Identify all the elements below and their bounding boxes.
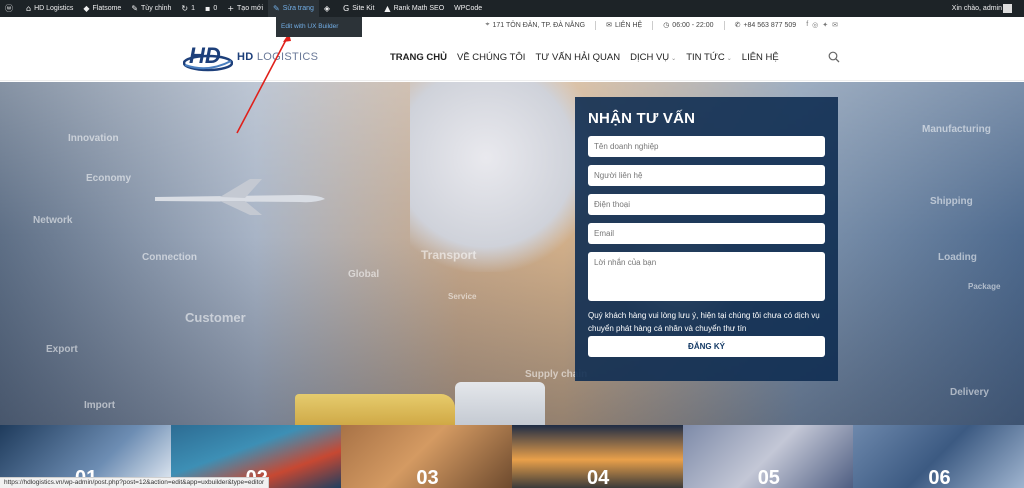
hero-word: Manufacturing xyxy=(922,124,991,135)
twitter-icon[interactable]: ✦ xyxy=(822,21,828,29)
account-menu[interactable]: Xin chào, admin xyxy=(947,0,1024,17)
customize-menu[interactable]: ✎ Tùy chỉnh xyxy=(126,0,176,17)
address-link[interactable]: ⌖ 171 TÔN ĐẢN, TP. ĐÀ NẴNG xyxy=(486,21,586,29)
hero-word: Delivery xyxy=(950,387,989,398)
rank-math-menu[interactable]: ▲ Rank Math SEO xyxy=(379,0,449,17)
wordpress-logo-menu[interactable]: ⓦ xyxy=(0,0,21,17)
header-topbar: ⌖ 171 TÔN ĐẢN, TP. ĐÀ NẴNG ✉ LIÊN HỆ ◷ 06:0… xyxy=(0,17,1024,33)
edit-page-menu[interactable]: ✎ Sửa trang xyxy=(268,0,319,17)
menu-item-customs[interactable]: TƯ VẤN HẢI QUAN xyxy=(535,52,620,63)
register-button[interactable]: ĐĂNG KÝ xyxy=(588,336,825,357)
site-logo[interactable]: HD HD LOGISTICS xyxy=(183,41,318,73)
social-links: f ◎ ✦ ✉ xyxy=(806,21,838,29)
brush-icon: ✎ xyxy=(131,4,139,13)
hero-word: Service xyxy=(448,292,477,301)
hd-logo-icon: HD xyxy=(183,43,233,72)
card-number: 03 xyxy=(416,467,439,488)
service-card[interactable]: 03 xyxy=(341,425,513,488)
truck-image xyxy=(455,382,545,425)
wp-admin-bar: ⓦ ⌂ HD Logistics ◆ Flatsome ✎ Tùy chỉnh ↻ 1 … xyxy=(0,0,1024,17)
hero-word: Global xyxy=(348,269,380,280)
comments-menu[interactable]: ▪ 0 xyxy=(200,0,222,17)
service-card[interactable]: 05 xyxy=(682,425,854,488)
primary-menu: TRANG CHỦ VỀ CHÚNG TÔI TƯ VẤN HẢI QUAN D… xyxy=(390,52,779,63)
company-name-field[interactable]: Tên doanh nghiệp xyxy=(588,136,825,157)
plus-icon: + xyxy=(227,4,235,13)
contact-person-field[interactable]: Người liên hệ xyxy=(588,165,825,186)
card-number: 05 xyxy=(757,467,780,488)
browser-status-url: https://hdlogistics.vn/wp-admin/post.php… xyxy=(0,477,270,488)
menu-item-about[interactable]: VỀ CHÚNG TÔI xyxy=(457,52,525,63)
hero-hand-image xyxy=(410,82,600,272)
site-kit-menu[interactable]: G Site Kit xyxy=(338,0,379,17)
hours-info: ◷ 06:00 - 22:00 xyxy=(663,21,714,30)
instagram-icon[interactable]: ◎ xyxy=(812,21,818,29)
wpcode-menu[interactable]: WPCode xyxy=(449,0,487,17)
email-icon[interactable]: ✉ xyxy=(832,21,838,29)
menu-item-home[interactable]: TRANG CHỦ xyxy=(390,52,447,63)
main-header: HD HD LOGISTICS TRANG CHỦ VỀ CHÚNG TÔI T… xyxy=(0,33,1024,81)
search-icon[interactable] xyxy=(828,51,840,63)
map-pin-icon: ⌖ xyxy=(485,21,490,28)
train-image xyxy=(295,394,455,425)
phone-field[interactable]: Điện thoại xyxy=(588,194,825,215)
contact-link[interactable]: ✉ LIÊN HỆ xyxy=(606,21,642,30)
home-icon: ⌂ xyxy=(26,4,32,13)
form-title: NHẬN TƯ VẤN xyxy=(588,110,696,127)
google-icon: G xyxy=(343,4,350,13)
hero-banner: Innovation Economy Network Connection Cu… xyxy=(0,82,1024,425)
flatsome-icon: ◆ xyxy=(83,4,90,13)
hero-word: Package xyxy=(968,282,1001,291)
card-number: 06 xyxy=(928,467,951,488)
card-number: 04 xyxy=(587,467,610,488)
updates-menu[interactable]: ↻ 1 xyxy=(176,0,200,17)
site-name-menu[interactable]: ⌂ HD Logistics xyxy=(21,0,78,17)
hero-word: Import xyxy=(84,400,116,411)
divider xyxy=(652,20,654,30)
chevron-down-icon: ⌄ xyxy=(671,56,677,62)
phone-icon: ✆ xyxy=(734,22,741,29)
chevron-down-icon: ⌄ xyxy=(726,56,732,62)
hero-word: Shipping xyxy=(930,196,973,207)
mail-icon: ✉ xyxy=(606,22,612,29)
avatar[interactable] xyxy=(1003,4,1012,13)
service-card[interactable]: 04 xyxy=(512,425,683,488)
pencil-icon: ✎ xyxy=(273,4,280,13)
divider xyxy=(723,20,725,30)
message-field[interactable]: Lời nhắn của bạn xyxy=(588,252,825,301)
rank-math-icon: ▲ xyxy=(384,4,391,13)
comment-icon: ▪ xyxy=(205,4,211,13)
menu-item-news[interactable]: TIN TỨC ⌄ xyxy=(686,52,732,63)
hero-word: Export xyxy=(46,344,78,355)
consultation-form: NHẬN TƯ VẤN Tên doanh nghiệp Người liên … xyxy=(575,97,838,381)
brand-name: HD LOGISTICS xyxy=(237,51,319,63)
service-card[interactable]: 06 xyxy=(853,425,1024,488)
menu-item-contact[interactable]: LIÊN HỆ xyxy=(742,52,779,63)
clock-icon: ◷ xyxy=(663,22,670,29)
form-note: Quý khách hàng vui lòng lưu ý, hiện tại … xyxy=(588,311,820,333)
ux-diamond-icon: ◈ xyxy=(323,4,331,13)
edit-with-ux-builder-link[interactable]: Edit with UX Builder xyxy=(276,17,362,37)
hero-word: Loading xyxy=(938,252,977,263)
phone-link[interactable]: ✆ +84 563 877 509 xyxy=(734,21,797,30)
email-field[interactable]: Email xyxy=(588,223,825,244)
flatsome-menu[interactable]: ◆ Flatsome xyxy=(78,0,126,17)
wordpress-icon: ⓦ xyxy=(5,4,13,13)
refresh-icon: ↻ xyxy=(181,4,189,13)
hero-word: Network xyxy=(33,215,73,226)
hero-word: Connection xyxy=(142,252,197,263)
divider xyxy=(595,20,597,30)
new-content-menu[interactable]: + Tạo mới xyxy=(222,0,268,17)
hero-word: Customer xyxy=(185,310,246,325)
hero-word: Transport xyxy=(421,248,477,262)
hero-word: Economy xyxy=(86,173,132,184)
ux-builder-menu[interactable]: ◈ xyxy=(319,0,338,17)
facebook-icon[interactable]: f xyxy=(806,21,808,29)
svg-text:HD: HD xyxy=(189,43,221,68)
menu-item-services[interactable]: DỊCH VỤ ⌄ xyxy=(630,52,676,63)
hero-word: Innovation xyxy=(68,133,119,144)
airplane-image xyxy=(155,179,325,215)
